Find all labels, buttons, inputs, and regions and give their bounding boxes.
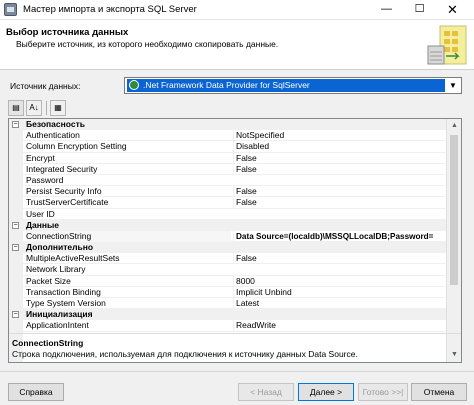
database-globe-icon [129,80,139,90]
property-name: Password [26,174,64,185]
property-name: Packet Size [26,275,71,286]
property-name: Integrated Security [26,163,98,174]
category-row[interactable]: − Данные [9,219,446,231]
datasource-value-text: .Net Framework Data Provider for SqlServ… [143,80,310,90]
description-text: Строка подключения, используемая для под… [12,349,358,359]
property-value[interactable]: False [233,186,446,198]
property-name: ApplicationIntent [26,320,89,331]
property-row[interactable]: User ID [9,209,446,220]
property-row[interactable]: Column Encryption Setting Disabled [9,141,446,153]
property-value[interactable]: Disabled [233,141,446,153]
toolbar-separator [46,101,47,115]
description-title: ConnectionString [12,338,84,348]
collapse-toggle-icon[interactable]: − [12,121,19,128]
property-row[interactable]: Authentication NotSpecified [9,130,446,142]
scroll-down-icon[interactable]: ▼ [447,348,461,362]
minimize-button[interactable]: — [370,0,403,20]
close-button[interactable]: ✕ [436,0,469,20]
description-separator [9,333,461,334]
property-value[interactable]: 8000 [233,275,446,287]
property-name: MultipleActiveResultSets [26,253,120,264]
property-value[interactable]: False [233,253,446,265]
help-button[interactable]: Справка [8,383,64,401]
property-name: User ID [26,208,55,219]
property-value[interactable]: False [233,197,446,209]
property-grid[interactable]: − Безопасность Authentication NotSpecified C… [8,118,462,363]
scroll-thumb[interactable] [450,135,458,285]
property-name: Column Encryption Setting [26,141,127,152]
property-row[interactable]: TrustServerCertificate False [9,197,446,209]
property-name: Type System Version [26,298,106,308]
property-name: Persist Security Info [26,186,102,197]
property-rows: − Безопасность Authentication NotSpecified C… [9,119,446,332]
property-pages-button[interactable]: ▦ [50,100,66,116]
maximize-button[interactable]: ☐ [403,0,436,20]
category-name: Данные [26,219,60,230]
title-bar: Мастер импорта и экспорта SQL Server — ☐… [0,0,474,20]
category-row[interactable]: − Безопасность [9,119,446,131]
property-value[interactable]: False [233,163,446,175]
wizard-banner-icon [427,25,467,65]
datasource-selected-value: .Net Framework Data Provider for SqlServ… [127,79,445,92]
category-row[interactable]: − Дополнительно [9,242,446,254]
page-subtitle: Выберите источник, из которого необходим… [16,39,279,49]
property-name: Encrypt [26,152,55,163]
page-title: Выбор источника данных [6,27,129,38]
chevron-down-icon[interactable]: ▼ [446,79,460,92]
property-name: Network Library [26,264,86,275]
property-row[interactable]: Persist Security Info False [9,186,446,198]
property-value[interactable]: ReadWrite [233,320,446,332]
collapse-toggle-icon[interactable]: − [12,221,19,229]
property-row[interactable]: ApplicationIntent ReadWrite [9,320,446,332]
vertical-scrollbar[interactable]: ▲ ▼ [446,119,461,362]
next-button[interactable]: Далее > [298,383,354,401]
category-name: Безопасность [26,119,85,129]
property-value[interactable]: Implicit Unbind [233,286,446,298]
app-icon [4,3,17,16]
finish-button[interactable]: Готово >>| [358,383,408,401]
footer-divider [0,371,474,372]
window-title: Мастер импорта и экспорта SQL Server [23,4,197,15]
datasource-select[interactable]: .Net Framework Data Provider for SqlServ… [124,77,462,94]
cancel-button[interactable]: Отмена [411,383,467,401]
property-value[interactable]: NotSpecified [233,130,446,142]
category-row[interactable]: − Инициализация [9,309,446,321]
property-row[interactable]: Type System Version Latest [9,298,446,310]
property-value[interactable]: Data Source=(localdb)\MSSQLLocalDB;Passw… [233,230,446,242]
property-name: TrustServerCertificate [26,197,109,208]
category-name: Инициализация [26,309,93,320]
property-row[interactable]: Password [9,174,446,187]
property-row[interactable]: Transaction Binding Implicit Unbind [9,286,446,298]
categorized-view-button[interactable]: ▤ [8,100,24,116]
property-row[interactable]: Packet Size 8000 [9,275,446,287]
collapse-toggle-icon[interactable]: − [12,244,19,252]
property-name: ConnectionString [26,230,231,242]
alphabetical-sort-button[interactable]: A↓ [26,100,42,116]
property-name: Transaction Binding [26,286,101,297]
property-value[interactable]: False [233,152,446,164]
property-row[interactable]: Encrypt False [9,152,446,164]
property-row[interactable]: Integrated Security False [9,163,446,175]
property-name: Authentication [26,130,80,141]
wizard-header: Выбор источника данных Выберите источник… [0,20,474,70]
collapse-toggle-icon[interactable]: − [12,311,19,319]
property-row[interactable]: ConnectionString Data Source=(localdb)\MS… [9,230,446,243]
property-value[interactable]: Latest [233,298,446,309]
property-row[interactable]: Network Library [9,264,446,276]
back-button[interactable]: < Назад [238,383,294,401]
scroll-up-icon[interactable]: ▲ [447,119,461,133]
datasource-label: Источник данных: [10,81,81,91]
property-row[interactable]: MultipleActiveResultSets False [9,253,446,265]
category-name: Дополнительно [26,242,94,253]
